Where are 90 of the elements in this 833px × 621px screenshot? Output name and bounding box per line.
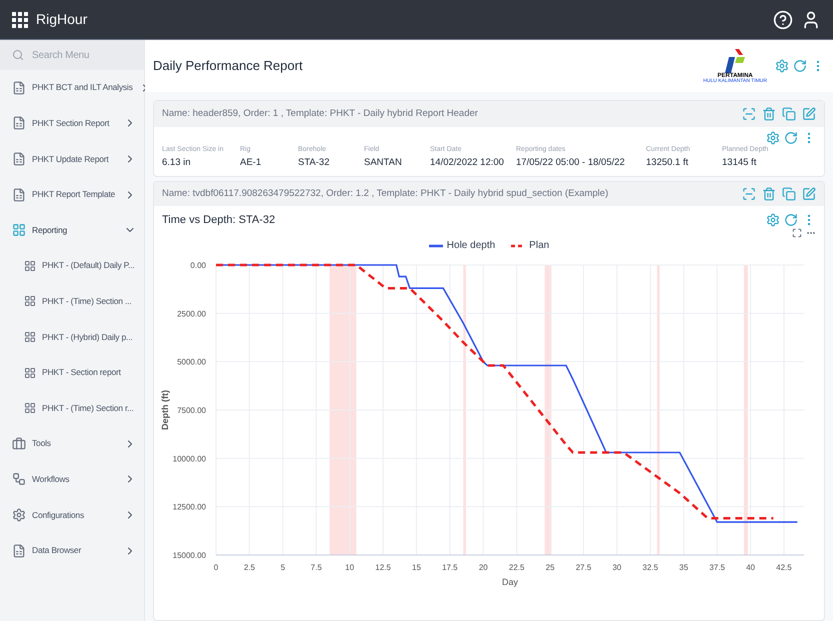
app-title: RigHour (36, 10, 88, 29)
y-tick-label: 7500.00 (177, 406, 206, 416)
x-tick-label: 12.5 (375, 563, 391, 572)
grid-icon (24, 295, 36, 308)
y-tick-label: 2500.00 (177, 310, 206, 319)
y-tick-label: 15000.00 (172, 551, 206, 560)
x-tick-label: 2.5 (244, 563, 255, 572)
x-axis-title: Day (502, 577, 518, 588)
settings-icon (12, 508, 26, 522)
legend-label: Hole depth (446, 239, 496, 254)
x-tick-label: 15 (412, 563, 421, 572)
x-tick-label: 5 (280, 563, 286, 572)
grid-icon (24, 366, 36, 379)
spreadsheet-icon (12, 80, 26, 95)
search-icon (12, 49, 24, 61)
field-value: 13250.1 ft (646, 156, 690, 170)
grid-icon (24, 260, 36, 272)
edit-icon[interactable] (802, 107, 816, 121)
menu-item[interactable]: PHKT Update Report (0, 141, 144, 177)
card-caption: Name: tvdbf06117.908263479522732, Order: 1.2 , Template: PHKT - Daily hybrid spud_section (Example) (162, 186, 608, 201)
chart-title: Time vs Depth: STA-32 (162, 212, 276, 228)
edit-icon[interactable] (802, 186, 816, 201)
y-axis-title: Depth (ft) (160, 390, 170, 430)
y-tick-label: 10000.00 (172, 454, 206, 464)
x-tick-label: 37.5 (709, 563, 725, 572)
settings-icon[interactable] (775, 59, 789, 73)
app-grid-icon[interactable] (12, 12, 28, 28)
legend-label: Plan (529, 239, 550, 254)
menu-item[interactable]: Data Browser (0, 532, 144, 568)
grid-icon (24, 402, 36, 414)
x-tick-label: 0 (214, 563, 218, 572)
card-caption: Name: header859, Order: 1 , Template: PHKT - Daily hybrid Report Header (162, 106, 478, 121)
workflow-icon (12, 472, 26, 486)
menu-item[interactable]: Workflows (0, 462, 144, 498)
search-input[interactable]: Search Menu (32, 48, 132, 62)
x-tick-label: 30 (612, 563, 622, 572)
menu-item[interactable]: PHKT Report Template (0, 176, 144, 212)
submenu-item[interactable]: PHKT - (Default) Daily P... (0, 248, 144, 284)
spreadsheet-icon (12, 152, 26, 166)
fullscreen-icon[interactable] (792, 228, 802, 238)
menu-item[interactable]: Tools (0, 426, 144, 462)
field-value: AE-1 (240, 156, 262, 170)
x-tick-label: 22.5 (508, 563, 524, 572)
refresh-icon[interactable] (793, 59, 807, 73)
y-tick-label: 12500.00 (172, 502, 206, 512)
x-tick-label: 25 (546, 563, 555, 572)
refresh-icon[interactable] (784, 131, 798, 145)
submenu-item[interactable]: PHKT - (Time) Section ... (0, 284, 144, 320)
page-title: Daily Performance Report (153, 57, 303, 76)
capture-icon[interactable] (742, 186, 756, 201)
briefcase-icon (12, 436, 26, 451)
grid-icon (12, 223, 26, 238)
spreadsheet-icon (12, 188, 26, 202)
y-tick-label: 0.00 (190, 261, 206, 270)
x-tick-label: 20 (478, 563, 488, 572)
delete-icon[interactable] (762, 186, 776, 201)
field-value: SANTAN (364, 156, 403, 170)
spreadsheet-icon (12, 116, 26, 130)
menu-item[interactable]: Reporting (0, 212, 144, 248)
x-tick-label: 17.5 (442, 563, 458, 572)
legend-swatch (428, 244, 443, 248)
submenu-item[interactable]: PHKT - (Time) Section r... (0, 390, 144, 426)
search-field[interactable]: Search Menu (0, 40, 144, 70)
x-tick-label: 27.5 (576, 563, 592, 572)
settings-icon[interactable] (766, 213, 780, 227)
delete-icon[interactable] (762, 107, 776, 121)
x-tick-label: 7.5 (310, 563, 322, 572)
submenu-item[interactable]: PHKT - (Hybrid) Daily p... (0, 319, 144, 355)
menu-item[interactable]: PHKT BCT and ILT Analysis (0, 70, 144, 106)
menu-item[interactable]: PHKT Section Report (0, 106, 144, 142)
x-tick-label: 10 (345, 563, 354, 572)
copy-icon[interactable] (782, 107, 796, 121)
field-value: 13145 ft (722, 156, 758, 170)
field-value: 17/05/22 05:00 - 18/05/22 (516, 156, 626, 170)
submenu-item[interactable]: PHKT - Section report (0, 354, 144, 390)
field-value: 14/02/2022 12:00 (430, 156, 505, 170)
x-tick-label: 40 (746, 563, 755, 572)
y-tick-label: 5000.00 (177, 358, 206, 367)
x-tick-label: 32.5 (642, 563, 658, 572)
x-tick-label: 35 (679, 563, 688, 572)
settings-icon[interactable] (766, 131, 780, 145)
help-icon[interactable] (773, 10, 793, 30)
x-tick-label: 42.5 (776, 563, 792, 572)
capture-icon[interactable] (742, 107, 756, 121)
spreadsheet-icon (12, 544, 26, 558)
grid-icon (24, 330, 36, 343)
menu-item[interactable]: Configurations (0, 497, 144, 533)
copy-icon[interactable] (782, 186, 796, 201)
field-value: 6.13 in (162, 156, 192, 170)
field-value: STA-32 (298, 156, 331, 170)
